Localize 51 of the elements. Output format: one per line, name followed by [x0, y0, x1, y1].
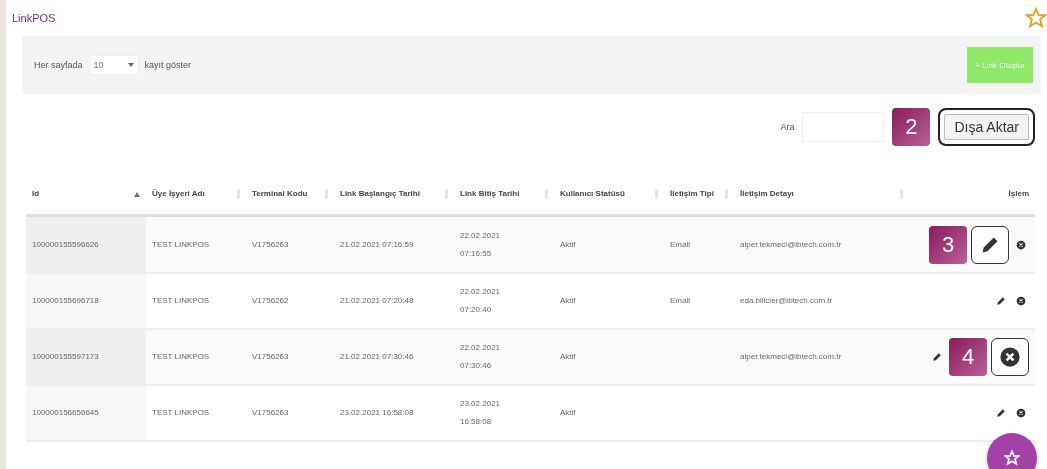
callout-badge: 3	[929, 225, 967, 264]
table-cell: V1756263	[246, 329, 334, 385]
table-cell: 21.02.2021 07:20:48	[334, 273, 454, 329]
table-cell: Aktif	[554, 273, 664, 329]
table-cell: 23.02.2021 16:58:08	[454, 385, 554, 441]
export-button[interactable]: Dışa Aktar	[938, 108, 1035, 146]
table-cell: 22.02.2021 07:30:46	[454, 329, 554, 385]
table-cell: Email	[664, 215, 734, 273]
star-icon	[1004, 450, 1020, 466]
page-size-label: Her sayfada	[34, 60, 83, 70]
table-cell: Aktif	[554, 385, 664, 441]
close-circle-icon	[1016, 296, 1026, 306]
page-size-select[interactable]: 10	[88, 55, 139, 75]
caret-icon	[127, 63, 134, 67]
table-cell: alper.tekmeci@ibtech.com.tr	[734, 329, 909, 385]
table-cell: 21.02.2021 07:30:46	[334, 329, 454, 385]
delete-button[interactable]	[991, 338, 1029, 376]
close-circle-icon	[1016, 408, 1026, 418]
table-cell: TEST LINKPOS	[146, 215, 246, 273]
page-title: LinkPOS	[12, 12, 56, 24]
table-cell: 21.02.2021 07:16:59	[334, 215, 454, 273]
table-cell: Email	[664, 273, 734, 329]
table-cell: 23.02.2021 16:58:08	[334, 385, 454, 441]
star-icon[interactable]	[1025, 7, 1047, 29]
table-cell: TEST LINKPOS	[146, 385, 246, 441]
callout-badge: 4	[949, 338, 987, 376]
table-cell: 22.02.2021 07:20:40	[454, 273, 554, 329]
table-cell: 100000155596626	[26, 215, 146, 273]
table-cell: 100000155696718	[26, 273, 146, 329]
sort-ascending-icon	[134, 191, 140, 197]
pencil-icon	[996, 296, 1006, 306]
table-cell: V1756263	[246, 215, 334, 273]
pencil-icon	[996, 408, 1006, 418]
table-cell: 100000155597173	[26, 329, 146, 385]
search-label: Ara	[780, 122, 795, 132]
table-cell: 22.02.2021 07:16:55	[454, 215, 554, 273]
table-cell: TEST LINKPOS	[146, 273, 246, 329]
table-cell: Aktif	[554, 215, 664, 273]
table-cell: eda.bilicier@ibtech.com.tr	[734, 273, 909, 329]
table-cell: Aktif	[554, 329, 664, 385]
close-circle-icon	[999, 346, 1021, 368]
table-cell: V1756262	[246, 273, 334, 329]
close-circle-icon	[1016, 239, 1026, 250]
pencil-icon	[932, 352, 942, 362]
page-size-suffix: kayıt göster	[144, 60, 192, 70]
edit-button[interactable]	[971, 225, 1009, 264]
table-cell: TEST LINKPOS	[146, 329, 246, 385]
table-cell: V1756263	[246, 385, 334, 441]
table-cell: 100000156656645	[26, 385, 146, 441]
table-cell: alper.tekmeci@ibtech.com.tr	[734, 215, 909, 273]
callout-badge: 2	[892, 108, 931, 146]
